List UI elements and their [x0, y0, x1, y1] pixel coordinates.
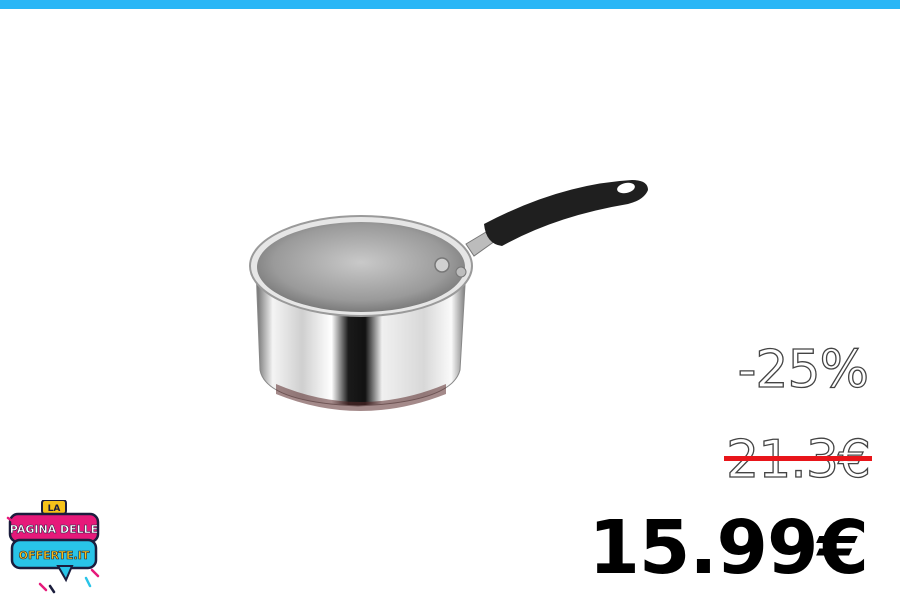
- logo-text-pagina: PAGINA DELLE: [10, 523, 98, 536]
- discount-badge: -25%: [737, 339, 870, 400]
- site-logo[interactable]: LA PAGINA DELLE OFFERTE.IT: [6, 500, 102, 596]
- logo-text-offerte: OFFERTE.IT: [19, 549, 90, 562]
- price-strikethrough: [724, 456, 872, 461]
- saucepan-image: [249, 180, 648, 411]
- top-accent-bar: [0, 0, 900, 9]
- new-price: 15.99€: [588, 505, 869, 591]
- logo-text-la: LA: [48, 504, 61, 514]
- old-price-container: 21.3€: [724, 428, 872, 492]
